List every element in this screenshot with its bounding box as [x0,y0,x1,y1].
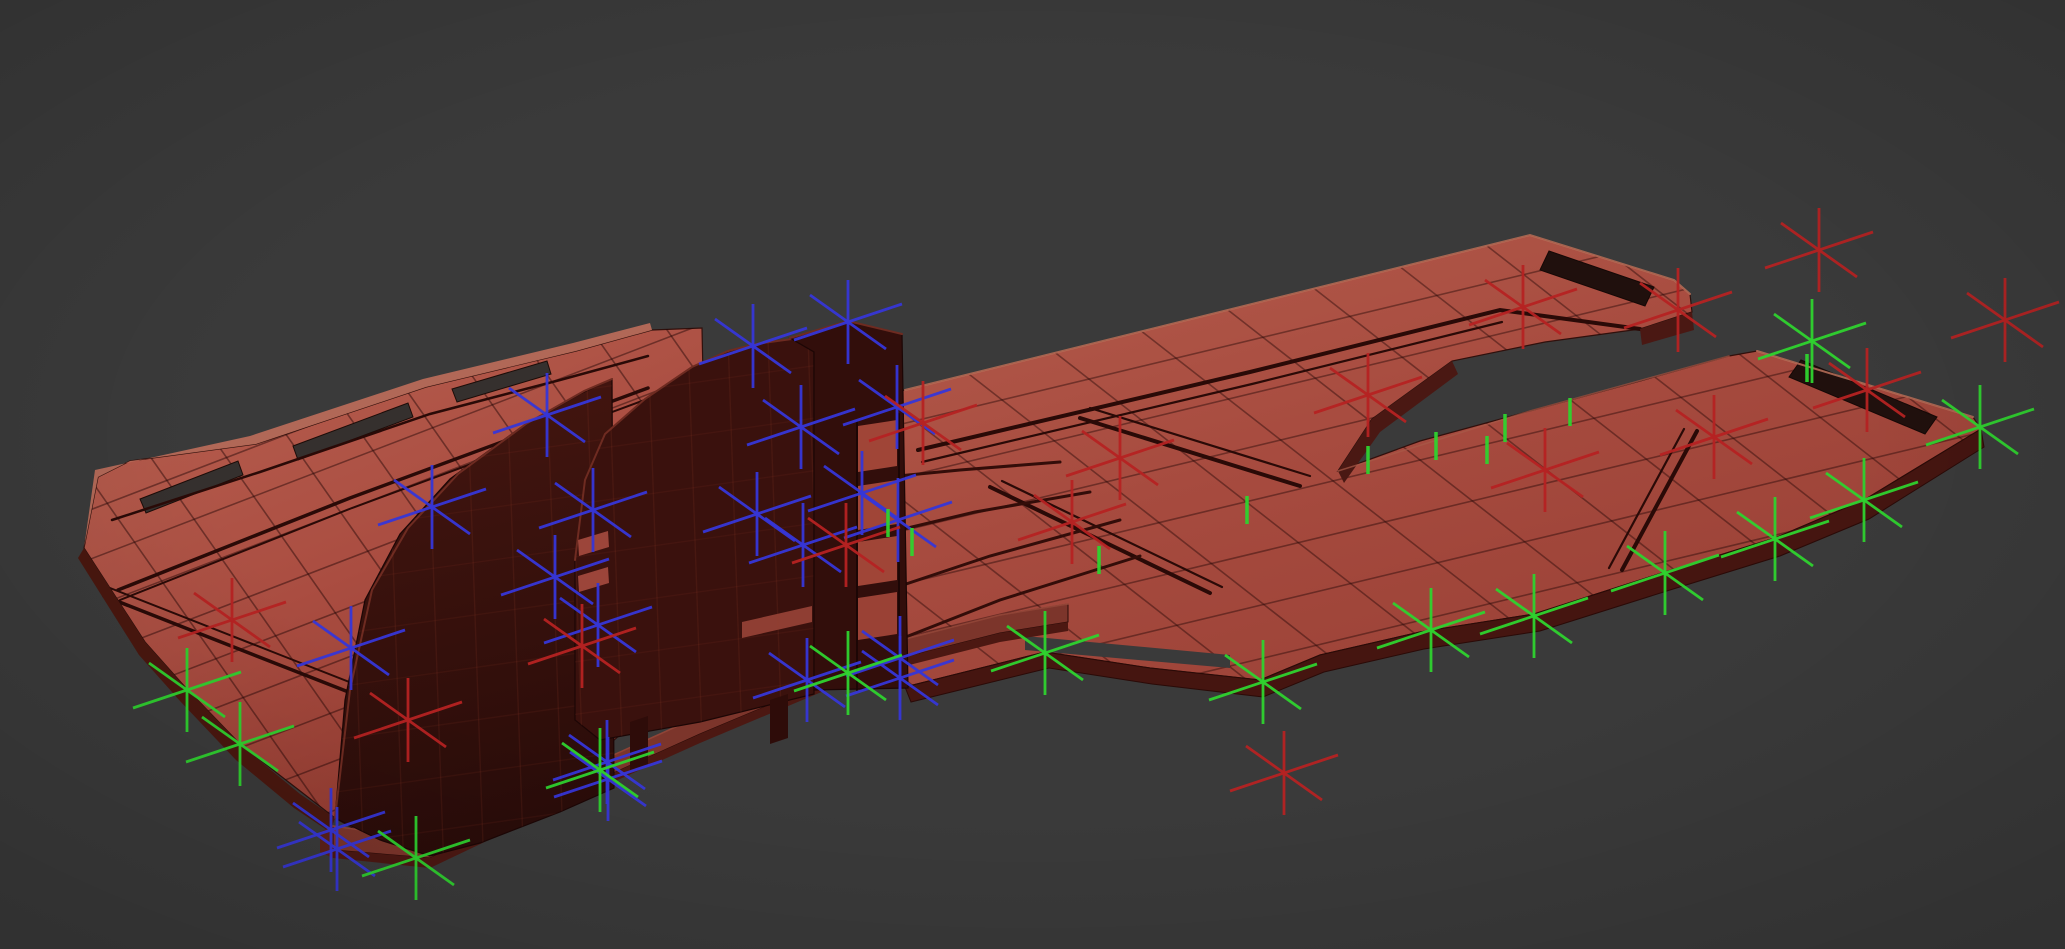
viewport-vignette [0,0,2065,949]
viewport-3d[interactable] [0,0,2065,949]
viewport-canvas[interactable] [0,0,2065,949]
